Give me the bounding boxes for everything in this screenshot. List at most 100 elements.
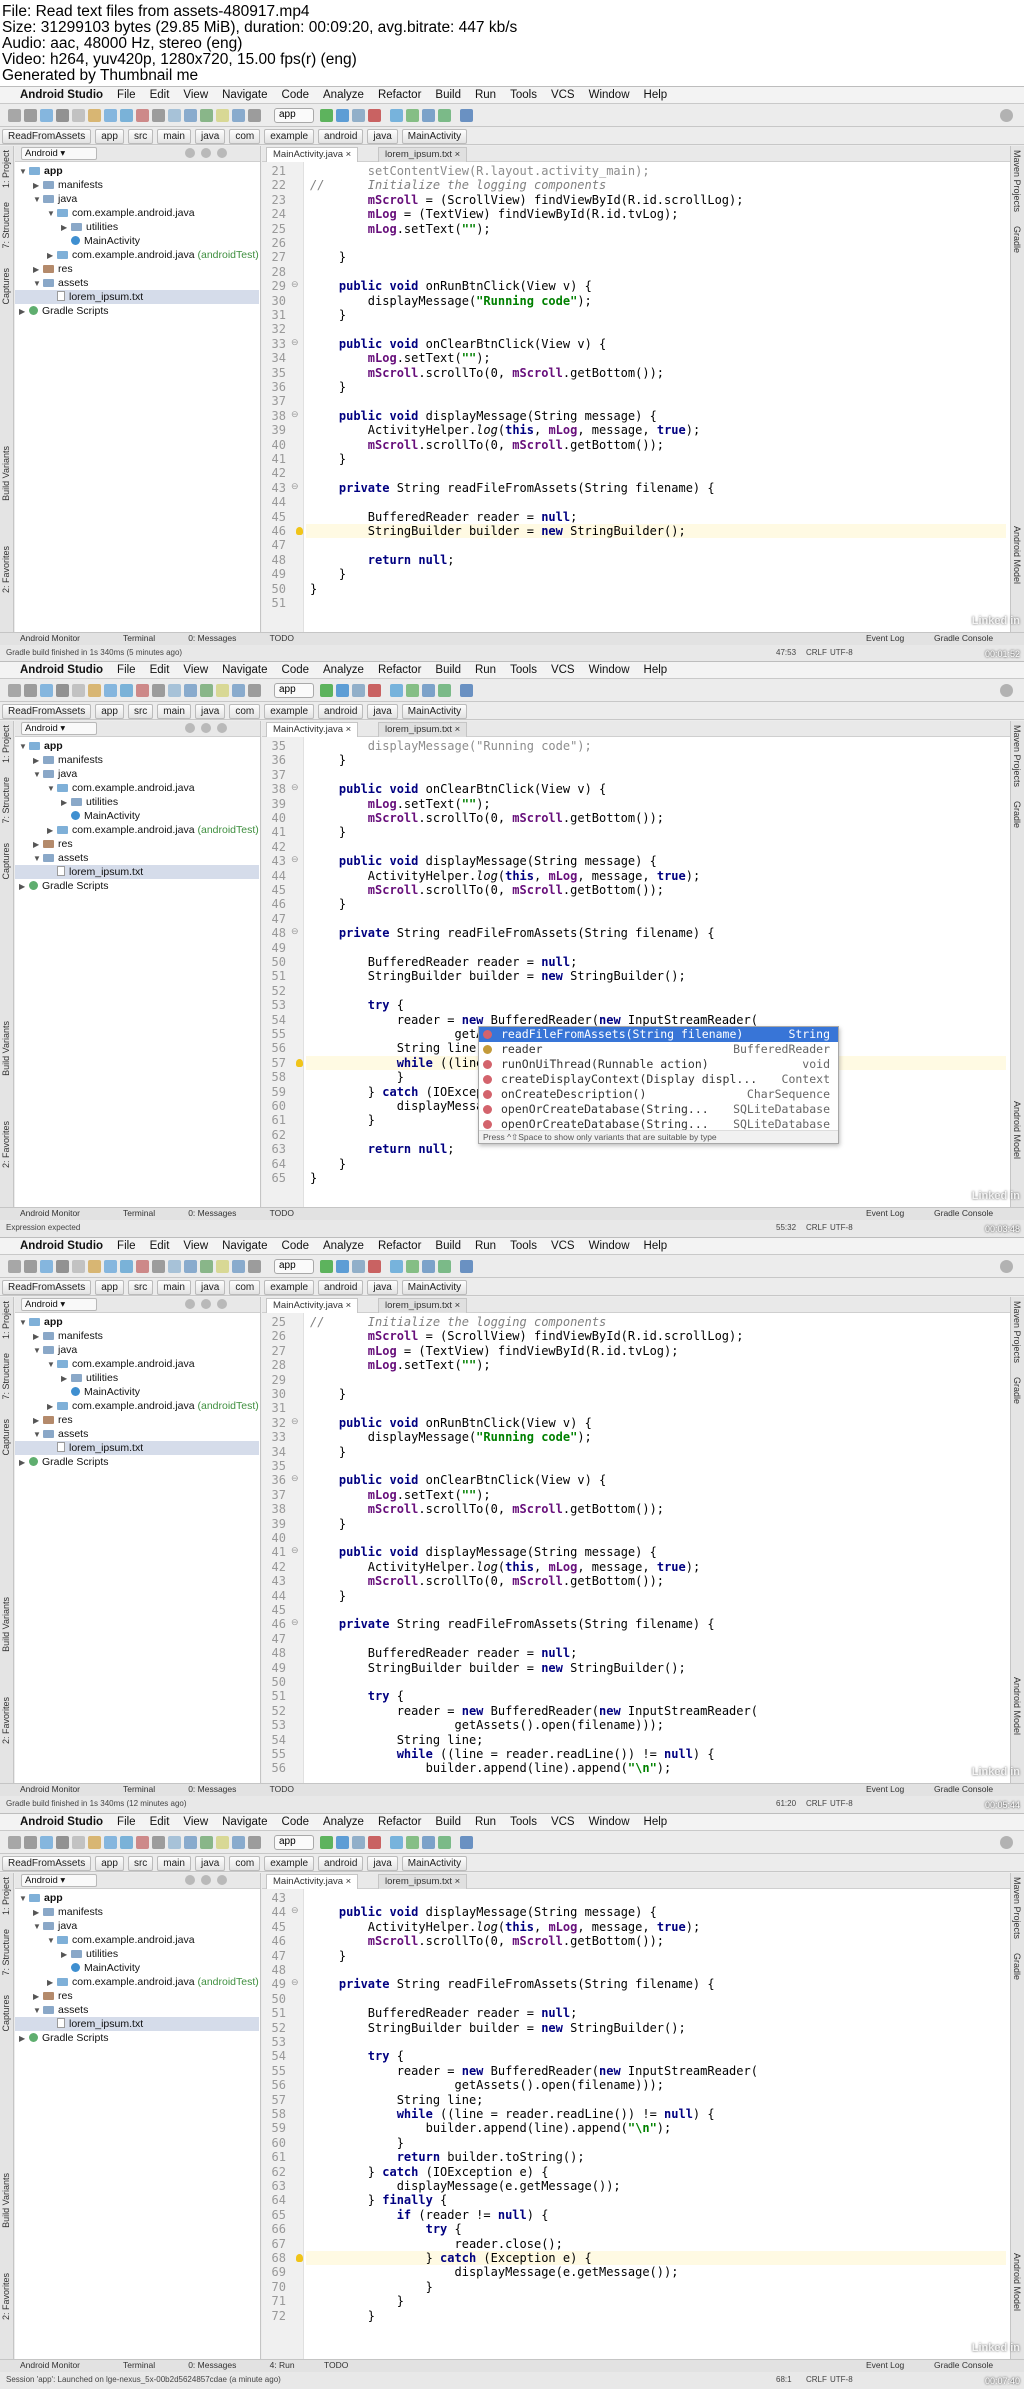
chevron-right-icon[interactable]: ▶	[19, 2032, 29, 2046]
tree-item-com-example-android-java[interactable]: ▼ com.example.android.java	[15, 1357, 259, 1371]
breadcrumb-item[interactable]: example	[264, 129, 315, 144]
sdk-icon[interactable]	[232, 1260, 245, 1273]
cut-icon[interactable]	[88, 109, 101, 122]
menu-window[interactable]: Window	[582, 1238, 637, 1252]
chevron-down-icon[interactable]: ▼	[47, 782, 57, 796]
tool-window-androidmonitor[interactable]: Android Monitor	[20, 1784, 80, 1794]
gear-icon[interactable]	[185, 148, 195, 158]
breadcrumb-item[interactable]: MainActivity	[401, 704, 468, 719]
chevron-down-icon[interactable]: ▼	[33, 1428, 43, 1442]
tree-item-java[interactable]: ▼ java	[15, 767, 259, 781]
tool-window-terminal[interactable]: Terminal	[123, 2360, 155, 2370]
tree-item-java[interactable]: ▼ java	[15, 192, 259, 206]
tree-item-manifests[interactable]: ▶ manifests	[15, 1329, 259, 1343]
chevron-right-icon[interactable]: ▶	[33, 263, 43, 277]
tree-item-manifests[interactable]: ▶ manifests	[15, 1905, 259, 1919]
tab-lorem-ipsum-txt[interactable]: lorem_ipsum.txt ×	[378, 1298, 468, 1313]
chevron-right-icon[interactable]: ▶	[61, 1948, 71, 1962]
menu-build[interactable]: Build	[428, 87, 468, 101]
menu-edit[interactable]: Edit	[143, 87, 177, 101]
project-view-select[interactable]: Android ▾	[21, 147, 97, 160]
chevron-down-icon[interactable]: ▼	[33, 1920, 43, 1934]
open-icon[interactable]	[8, 684, 21, 697]
breadcrumb-item[interactable]: example	[264, 1856, 315, 1871]
avd-manager-icon[interactable]	[406, 1260, 419, 1273]
hide-icon[interactable]	[217, 1299, 227, 1309]
debug-icon[interactable]	[336, 1260, 349, 1273]
breadcrumb-item[interactable]: com	[229, 129, 261, 144]
tool-tab-favorites[interactable]: 2: Favorites	[1, 546, 11, 593]
stop-icon[interactable]	[368, 684, 381, 697]
breadcrumb-item[interactable]: app	[95, 704, 124, 719]
run-icon[interactable]	[320, 1836, 333, 1849]
tool-tab-androidmodel[interactable]: Android Model	[1012, 1677, 1022, 1735]
breadcrumb-item[interactable]: java	[194, 1280, 226, 1295]
file-encoding[interactable]: UTF-8	[830, 1799, 853, 1808]
chevron-right-icon[interactable]: ▶	[61, 221, 71, 235]
paste-icon[interactable]	[120, 684, 133, 697]
breadcrumb-item[interactable]: src	[127, 129, 154, 144]
tree-item-lorem-ipsum-txt[interactable]: lorem_ipsum.txt	[15, 865, 259, 879]
tool-window-eventlog[interactable]: Event Log	[866, 633, 904, 643]
menu-tools[interactable]: Tools	[503, 1238, 544, 1252]
attach-icon[interactable]	[352, 1260, 365, 1273]
tool-tab-captures[interactable]: Captures	[1, 268, 11, 305]
tool-window-todo[interactable]: TODO	[270, 1208, 294, 1218]
chevron-right-icon[interactable]: ▶	[61, 1372, 71, 1386]
tree-item-res[interactable]: ▶ res	[15, 262, 259, 276]
tree-item-java[interactable]: ▼ java	[15, 1343, 259, 1357]
tree-item-utilities[interactable]: ▶ utilities	[15, 220, 259, 234]
sync-icon[interactable]	[40, 109, 53, 122]
menu-file[interactable]: File	[110, 87, 143, 101]
tree-item-com-example-android-java[interactable]: ▼ com.example.android.java	[15, 206, 259, 220]
chevron-right-icon[interactable]: ▶	[47, 824, 57, 838]
save-icon[interactable]	[24, 1260, 37, 1273]
menu-view[interactable]: View	[176, 1238, 215, 1252]
project-view-select[interactable]: Android ▾	[21, 1298, 97, 1311]
forward-icon[interactable]	[184, 1836, 197, 1849]
tree-item-com-example-android-java[interactable]: ▶ com.example.android.java (androidTest)	[15, 823, 259, 837]
tool-tab-androidmodel[interactable]: Android Model	[1012, 2253, 1022, 2311]
sdk-manager-icon[interactable]	[422, 684, 435, 697]
chevron-right-icon[interactable]: ▶	[19, 1456, 29, 1470]
attach-icon[interactable]	[352, 1836, 365, 1849]
breadcrumb-item[interactable]: java	[367, 129, 398, 144]
autocomplete-popup[interactable]: readFileFromAssets(String filename) Strin…	[478, 1026, 839, 1144]
open-icon[interactable]	[8, 109, 21, 122]
run-configuration-select[interactable]: app	[274, 108, 314, 123]
debug-icon[interactable]	[336, 109, 349, 122]
project-view-select[interactable]: Android ▾	[21, 1874, 97, 1887]
tool-window-messages[interactable]: 0: Messages	[188, 633, 236, 643]
collapse-icon[interactable]	[201, 723, 211, 733]
tree-item-manifests[interactable]: ▶ manifests	[15, 753, 259, 767]
sync-gradle-icon[interactable]	[390, 1836, 403, 1849]
tree-item-com-example-android-java[interactable]: ▶ com.example.android.java (androidTest)	[15, 1975, 259, 1989]
tool-window-terminal[interactable]: Terminal	[123, 633, 155, 643]
tool-tab-captures[interactable]: Captures	[1, 1995, 11, 2032]
file-encoding[interactable]: UTF-8	[830, 648, 853, 657]
save-icon[interactable]	[24, 109, 37, 122]
redo-icon[interactable]	[72, 1260, 85, 1273]
menu-code[interactable]: Code	[275, 662, 317, 676]
menu-help[interactable]: Help	[637, 662, 675, 676]
back-icon[interactable]	[168, 1836, 181, 1849]
paste-icon[interactable]	[120, 1260, 133, 1273]
tool-window-todo[interactable]: TODO	[270, 633, 294, 643]
menu-run[interactable]: Run	[468, 1238, 503, 1252]
menu-code[interactable]: Code	[275, 1238, 317, 1252]
avd-manager-icon[interactable]	[406, 109, 419, 122]
chevron-right-icon[interactable]: ▶	[33, 838, 43, 852]
build-icon[interactable]	[216, 1836, 229, 1849]
breadcrumb-item[interactable]: MainActivity	[401, 1280, 468, 1295]
breadcrumb-item[interactable]: ReadFromAssets	[2, 129, 92, 144]
undo-icon[interactable]	[56, 1260, 69, 1273]
find-icon[interactable]	[136, 109, 149, 122]
tree-item-lorem-ipsum-txt[interactable]: lorem_ipsum.txt	[15, 290, 259, 304]
code-area[interactable]: 25 // Initialize the logging components 26…	[262, 1313, 1010, 1783]
tool-tab-androidmodel[interactable]: Android Model	[1012, 1101, 1022, 1159]
file-encoding[interactable]: UTF-8	[830, 1223, 853, 1232]
breadcrumb-item[interactable]: ReadFromAssets	[2, 1856, 92, 1871]
chevron-right-icon[interactable]: ▶	[33, 1330, 43, 1344]
sync-icon[interactable]	[40, 1836, 53, 1849]
paste-icon[interactable]	[120, 1836, 133, 1849]
